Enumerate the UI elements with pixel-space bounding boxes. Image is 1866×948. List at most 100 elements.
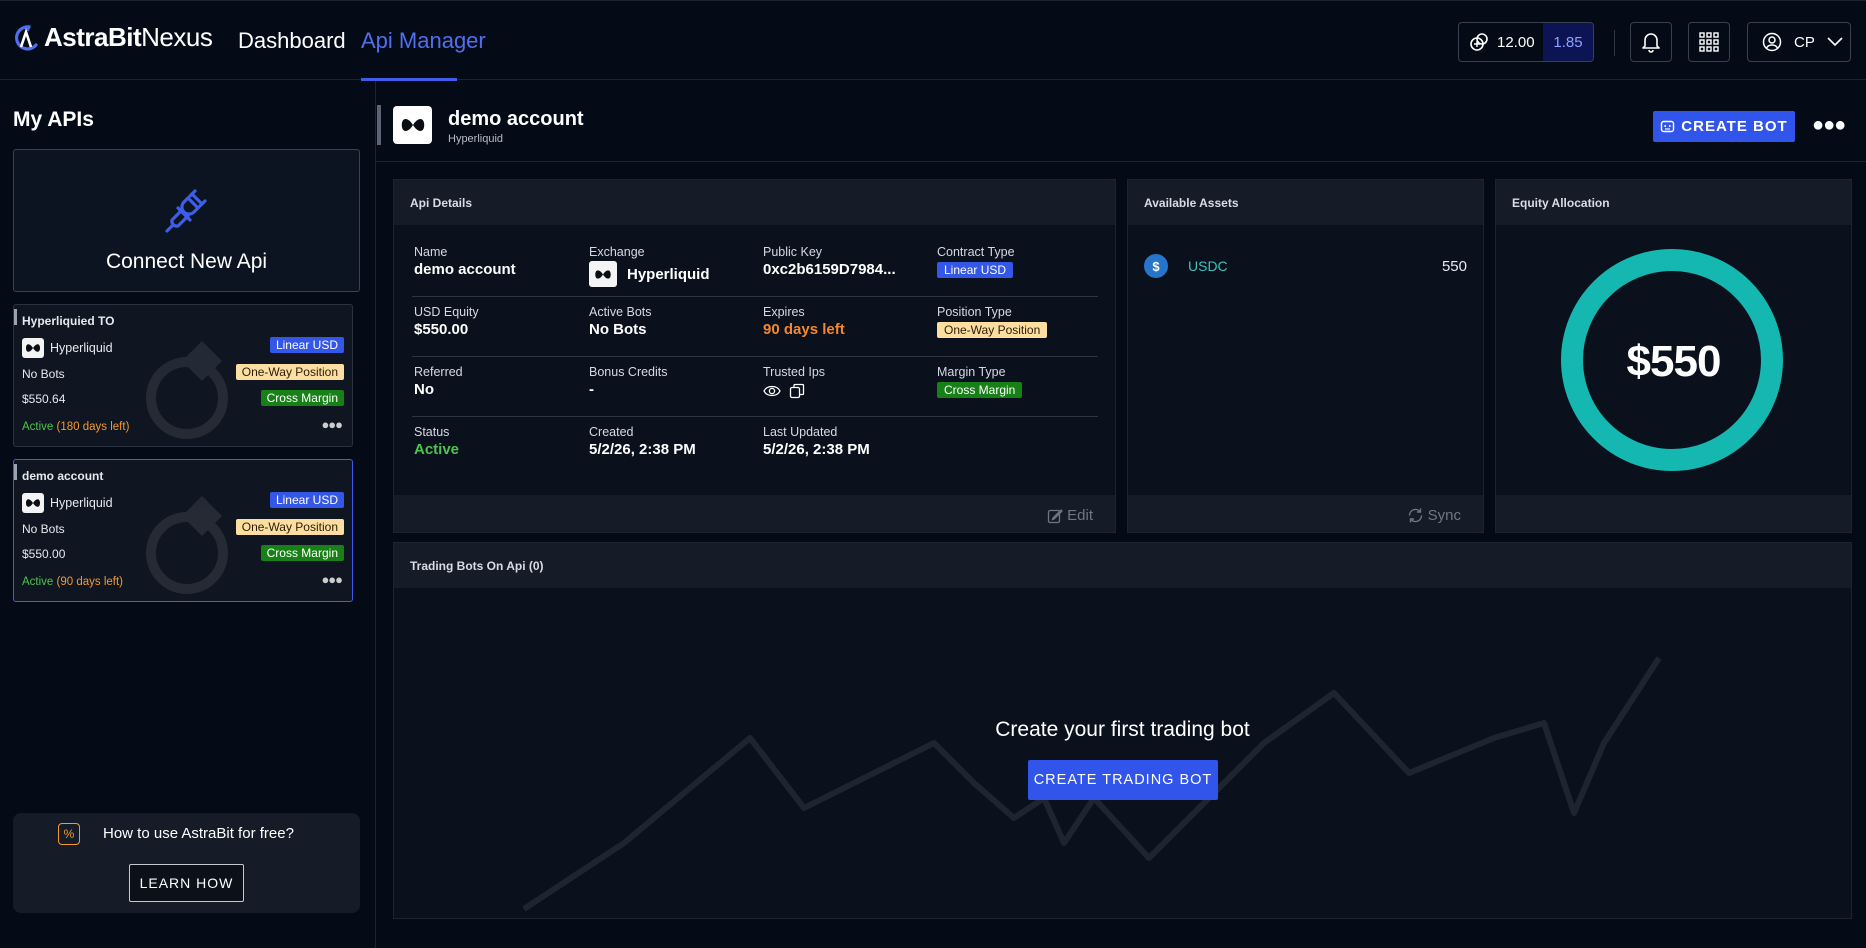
hyperliquid-logo-icon xyxy=(22,493,44,513)
copy-icon[interactable] xyxy=(789,383,805,399)
sync-button[interactable]: Sync xyxy=(1407,507,1461,524)
api-card[interactable]: demo account Hyperliquid Linear USD No B… xyxy=(13,459,353,602)
eye-icon[interactable] xyxy=(763,383,781,399)
credits-main: 12.00 xyxy=(1459,23,1543,61)
margin-type-badge: Cross Margin xyxy=(260,545,344,561)
card-more-icon[interactable]: ●●● xyxy=(321,572,343,587)
card-days-left: (180 days left) xyxy=(56,421,130,433)
detail-label: Exchange xyxy=(589,245,645,259)
page-title: demo account xyxy=(448,108,584,130)
detail-active-bots: Active Bots No Bots xyxy=(589,305,652,338)
card-more-icon[interactable]: ●●● xyxy=(321,417,343,432)
detail-label: Position Type xyxy=(937,305,1012,319)
detail-created: Created 5/2/26, 2:38 PM xyxy=(589,425,696,458)
detail-label: Name xyxy=(414,245,448,259)
api-card[interactable]: Hyperliquied TO Hyperliquid Linear USD N… xyxy=(13,304,353,447)
card-name: Hyperliquied TO xyxy=(22,314,115,328)
app-logo[interactable]: AstraBitNexus xyxy=(12,22,213,53)
available-assets-panel: Available Assets $ USDC 550 Sync xyxy=(1127,179,1484,533)
detail-label: Status xyxy=(414,425,450,439)
card-name: demo account xyxy=(22,469,104,483)
sync-icon xyxy=(1408,508,1422,523)
detail-value: 5/2/26, 2:38 PM xyxy=(763,441,870,458)
detail-margin-type: Margin Type Cross Margin xyxy=(937,365,1023,399)
edit-label: Edit xyxy=(1067,507,1093,524)
card-exchange: Hyperliquid xyxy=(22,338,113,358)
panel-title: Api Details xyxy=(410,196,473,210)
detail-label: Created xyxy=(589,425,634,439)
detail-label: Last Updated xyxy=(763,425,838,439)
detail-usd-equity: USD Equity $550.00 xyxy=(414,305,479,338)
detail-value: No Bots xyxy=(589,321,647,338)
card-status-active: Active xyxy=(22,421,54,433)
contract-type-badge: Linear USD xyxy=(269,337,344,353)
connect-new-api-button[interactable]: Connect New Api xyxy=(13,149,360,292)
card-bots: No Bots xyxy=(22,367,65,381)
panel-title: Equity Allocation xyxy=(1512,196,1610,210)
nav-api-manager[interactable]: Api Manager xyxy=(361,28,486,54)
panel-footer: Sync xyxy=(1128,495,1483,532)
detail-label: Expires xyxy=(763,305,805,319)
detail-trusted-ips: Trusted Ips xyxy=(763,365,825,399)
card-status-active: Active xyxy=(22,576,54,588)
detail-status: Status Active xyxy=(414,425,459,458)
percent-icon: % xyxy=(58,823,80,845)
detail-last-updated: Last Updated 5/2/26, 2:38 PM xyxy=(763,425,870,458)
margin-type-badge: Cross Margin xyxy=(937,382,1023,398)
detail-value: - xyxy=(589,381,594,398)
nav-dashboard[interactable]: Dashboard xyxy=(238,28,346,54)
detail-value: No xyxy=(414,381,434,398)
notifications-button[interactable] xyxy=(1630,22,1672,62)
contract-type-badge: Linear USD xyxy=(269,492,344,508)
panel-footer xyxy=(1496,495,1851,532)
credits-coin-icon xyxy=(1470,33,1488,51)
hyperliquid-logo-icon xyxy=(393,106,432,144)
user-initials: CP xyxy=(1794,33,1815,51)
credits-widget[interactable]: 12.00 1.85 xyxy=(1458,22,1594,62)
detail-value[interactable]: 0xc2b6159D7984... xyxy=(763,261,896,278)
detail-value: demo account xyxy=(414,261,516,278)
astrabit-logo-icon xyxy=(15,24,38,50)
detail-public-key: Public Key 0xc2b6159D7984... xyxy=(763,245,896,278)
user-menu-button[interactable]: CP xyxy=(1747,22,1851,62)
card-days-left: (90 days left) xyxy=(56,576,124,588)
hyperliquid-logo-icon xyxy=(22,338,44,358)
card-equity: $550.00 xyxy=(22,547,66,561)
detail-expires: Expires 90 days left xyxy=(763,305,845,338)
learn-how-button[interactable]: LEARN HOW xyxy=(129,864,244,902)
create-bot-button[interactable]: CREATE BOT xyxy=(1653,111,1795,142)
page-subtitle: Hyperliquid xyxy=(448,133,504,145)
card-exchange-name: Hyperliquid xyxy=(50,496,113,510)
promo-text: How to use AstraBit for free? xyxy=(103,825,294,842)
chevron-down-icon xyxy=(1827,37,1843,47)
edit-button[interactable]: Edit xyxy=(1047,507,1093,524)
detail-label: Active Bots xyxy=(589,305,652,319)
more-options-icon[interactable]: ●●● xyxy=(1812,114,1846,137)
detail-label: Margin Type xyxy=(937,365,1006,379)
create-trading-bot-button[interactable]: CREATE TRADING BOT xyxy=(1028,760,1218,800)
connect-new-api-label: Connect New Api xyxy=(105,250,268,273)
card-exchange-name: Hyperliquid xyxy=(50,341,113,355)
asset-symbol: USDC xyxy=(1188,258,1228,274)
row-divider xyxy=(412,356,1098,357)
margin-type-badge: Cross Margin xyxy=(260,390,344,406)
position-type-badge: One-Way Position xyxy=(937,322,1048,338)
detail-label: USD Equity xyxy=(414,305,479,319)
card-exchange: Hyperliquid xyxy=(22,493,113,513)
row-divider xyxy=(412,296,1098,297)
position-type-badge: One-Way Position xyxy=(235,364,344,380)
card-watermark-icon xyxy=(146,496,228,594)
apps-grid-button[interactable] xyxy=(1688,22,1730,62)
sync-label: Sync xyxy=(1427,507,1461,524)
card-accent-bar xyxy=(14,309,17,325)
asset-row: $ USDC 550 xyxy=(1144,254,1467,278)
row-divider xyxy=(412,416,1098,417)
contract-type-badge: Linear USD xyxy=(937,262,1014,278)
card-watermark-icon xyxy=(146,341,228,439)
card-status: Active (180 days left) xyxy=(22,421,129,433)
detail-position-type: Position Type One-Way Position xyxy=(937,305,1048,339)
apps-grid-icon xyxy=(1699,32,1719,52)
detail-label: Trusted Ips xyxy=(763,365,826,379)
detail-value: 5/2/26, 2:38 PM xyxy=(589,441,696,458)
panel-footer: Edit xyxy=(394,495,1115,532)
